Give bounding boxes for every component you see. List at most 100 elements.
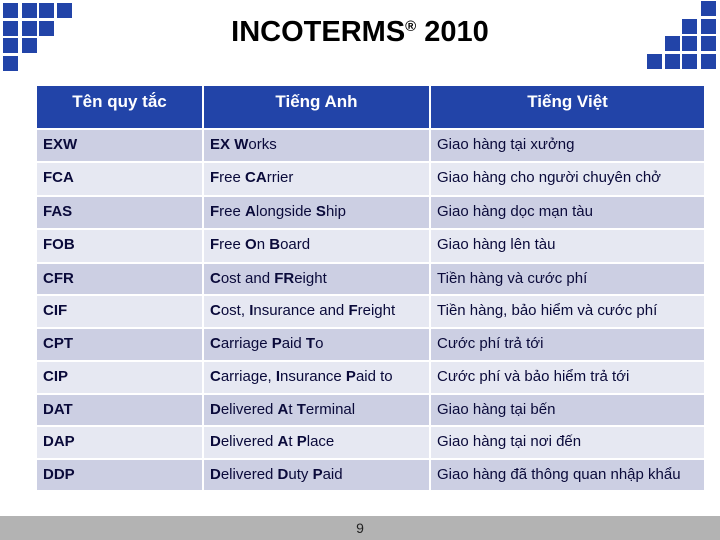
rule-code-cell: EXW [37,129,204,163]
vietnamese-name-cell: Giao hàng đã thông quan nhập khẩu [430,459,704,492]
acronym-letters: A [277,433,289,450]
name-text: elivered [220,466,278,483]
table-row: EXW EX Works Giao hàng tại xưởng [37,129,704,163]
name-text: rrier [266,169,294,186]
acronym-letters: S [315,203,326,220]
acronym-letters: D [277,466,289,483]
acronym-letters: CA [245,169,267,186]
vietnamese-name-cell: Giao hàng cho người chuyên chở [430,162,704,197]
name-text: arriage [220,335,272,352]
vietnamese-name-cell: Giao hàng dọc mạn tàu [430,196,704,230]
vietnamese-name-cell: Giao hàng tại bến [430,394,704,427]
acronym-letters: C [210,335,221,352]
acronym-letters: D [210,401,221,418]
acronym-letters: P [312,466,323,483]
acronym-letters: C [210,270,221,287]
acronym-letters: W [234,136,249,153]
acronym-letters: EX [210,136,235,153]
name-text: aid [322,466,343,483]
vietnamese-name-cell: Cước phí và bảo hiểm trả tới [430,361,704,395]
table-row: CIF Cost, Insurance and Freight Tiền hàng,… [37,295,704,329]
table-row: DAT Delivered At Terminal Giao hàng tại bế… [37,394,704,427]
name-text: aid to [355,368,393,385]
table-row: CPT Carriage Paid To Cước phí trả tới [37,328,704,362]
incoterms-table: Tên quy tắc Tiếng Anh Tiếng Việt EXW EX W… [37,86,704,492]
rule-code-cell: FOB [37,229,204,264]
table-header-row: Tên quy tắc Tiếng Anh Tiếng Việt [37,86,704,130]
registered-mark: ® [405,18,417,35]
name-text: t [288,401,297,418]
acronym-letters: P [296,433,307,450]
header-english: Tiếng Anh [203,86,431,130]
name-text: oard [280,236,311,253]
acronym-letters: B [269,236,281,253]
name-text: erminal [305,401,356,418]
acronym-letters: C [210,368,221,385]
acronym-letters: T [296,401,306,418]
name-text: ree [219,236,246,253]
name-text: ree [219,169,246,186]
english-name-cell: Free CArrier [203,162,431,197]
name-text: reight [357,302,396,319]
rule-code-cell: FCA [37,162,204,197]
name-text: n [256,236,270,253]
name-text: o [315,335,324,352]
name-text: elivered [220,433,278,450]
rule-code-cell: CIF [37,295,204,329]
name-text: longside [255,203,316,220]
name-text: hip [325,203,346,220]
acronym-letters: D [210,433,221,450]
acronym-letters: O [245,236,257,253]
english-name-cell: Delivered At Place [203,426,431,460]
acronym-letters: D [210,466,221,483]
english-name-cell: Delivered At Terminal [203,394,431,427]
name-text: ost, [220,302,250,319]
page-number: 9 [356,520,364,536]
rule-code-cell: DAP [37,426,204,460]
english-name-cell: Cost, Insurance and Freight [203,295,431,329]
name-text: orks [248,136,277,153]
vietnamese-name-cell: Tiền hàng và cước phí [430,263,704,296]
english-name-cell: Carriage, Insurance Paid to [203,361,431,395]
name-text: arriage, [220,368,276,385]
name-text: ree [219,203,246,220]
vietnamese-name-cell: Giao hàng tại xưởng [430,129,704,163]
english-name-cell: Delivered Duty Paid [203,459,431,492]
table-row: DDP Delivered Duty Paid Giao hàng đã thông… [37,459,704,492]
name-text: nsurance [280,368,346,385]
rule-code-cell: CFR [37,263,204,296]
table-row: FOB Free On Board Giao hàng lên tàu [37,229,704,264]
header-rule-name: Tên quy tắc [37,86,204,130]
name-text: ost and [220,270,275,287]
english-name-cell: Free On Board [203,229,431,264]
title-text: INCOTERMS [231,16,406,48]
rule-code-cell: FAS [37,196,204,230]
vietnamese-name-cell: Giao hàng tại nơi đến [430,426,704,460]
table-row: FAS Free Alongside Ship Giao hàng dọc mạn … [37,196,704,230]
acronym-letters: T [305,335,316,352]
acronym-letters: A [245,203,256,220]
acronym-letters: F [210,169,220,186]
header-vietnamese: Tiếng Việt [430,86,704,130]
acronym-letters: F [210,203,220,220]
english-name-cell: EX Works [203,129,431,163]
name-text: aid [281,335,306,352]
name-text: elivered [220,401,278,418]
table-row: DAP Delivered At Place Giao hàng tại nơi đ… [37,426,704,460]
rule-code-cell: DDP [37,459,204,492]
table-row: CIP Carriage, Insurance Paid to Cước phí v… [37,361,704,395]
table-row: CFR Cost and FReight Tiền hàng và cước phí [37,263,704,296]
title-year: 2010 [424,16,489,48]
name-text: lace [306,433,335,450]
english-name-cell: Cost and FReight [203,263,431,296]
acronym-letters: C [210,302,221,319]
vietnamese-name-cell: Giao hàng lên tàu [430,229,704,264]
english-name-cell: Carriage Paid To [203,328,431,362]
rule-code-cell: CPT [37,328,204,362]
rule-code-cell: DAT [37,394,204,427]
acronym-letters: F [210,236,220,253]
acronym-letters: A [277,401,289,418]
acronym-letters: P [345,368,356,385]
rule-code-cell: CIP [37,361,204,395]
vietnamese-name-cell: Tiền hàng, bảo hiểm và cước phí [430,295,704,329]
